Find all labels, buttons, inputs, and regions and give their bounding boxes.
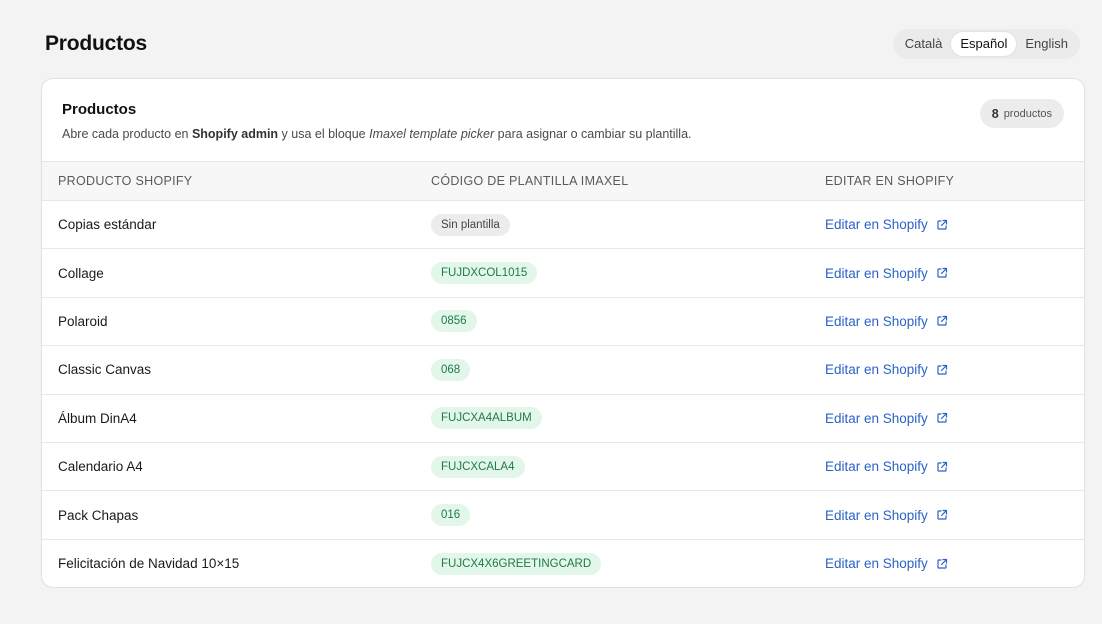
template-cell: FUJCXA4ALBUM [431,407,542,430]
table-row: Collage FUJDXCOL1015 Editar en Shopify [42,249,1084,298]
edit-link-label: Editar en Shopify [825,507,928,523]
product-name: Calendario A4 [58,459,143,475]
template-cell: FUJCXCALA4 [431,455,525,478]
card-header: Productos Abre cada producto en Shopify … [42,79,1084,162]
external-link-icon [937,413,947,423]
products-card: Productos Abre cada producto en Shopify … [41,78,1085,588]
desc-template-picker: Imaxel template picker [369,127,495,141]
edit-in-shopify-link[interactable]: Editar en Shopify [825,459,948,474]
product-name: Pack Chapas [58,507,139,523]
template-cell: 016 [431,504,471,527]
external-link-icon [937,267,947,278]
edit-in-shopify-link[interactable]: Editar en Shopify [825,314,948,329]
product-count-label: productos [1003,107,1052,120]
no-template-badge: Sin plantilla [431,213,510,236]
header-template-code: CÓDIGO DE PLANTILLA IMAXEL [431,174,629,188]
desc-shopify-admin: Shopify admin [191,127,279,141]
table-row: Classic Canvas 068 Editar en Shopify [42,346,1084,395]
edit-in-shopify-link[interactable]: Editar en Shopify [825,411,948,426]
desc-suffix: para asignar o cambiar su plantilla. [494,127,692,141]
page-header: Productos Català Español English [45,28,1080,60]
product-name: Felicitación de Navidad 10×15 [58,556,240,572]
table-row: Copias estándar Sin plantilla Editar en Sh… [42,201,1084,250]
desc-prefix: Abre cada producto en [62,127,192,141]
lang-catala-button[interactable]: Català [896,32,952,56]
table-row: Calendario A4 FUJCXCALA4 Editar en Shopify [42,443,1084,492]
template-cell: 0856 [431,310,477,333]
header-edit: EDITAR EN SHOPIFY [825,174,955,188]
table-row: Pack Chapas 016 Editar en Shopify [42,491,1084,540]
table-row: Álbum DinA4 FUJCXA4ALBUM Editar en Shopify [42,395,1084,443]
page-title: Productos [45,32,148,55]
edit-link-label: Editar en Shopify [825,265,928,281]
product-name: Classic Canvas [58,362,152,378]
header-product: PRODUCTO SHOPIFY [58,174,193,188]
template-code-badge: 0856 [431,310,477,333]
edit-in-shopify-link[interactable]: Editar en Shopify [825,266,948,281]
template-code-badge: 068 [431,358,471,381]
card-title: Productos [62,101,137,118]
product-name: Polaroid [58,313,108,329]
template-cell: FUJDXCOL1015 [431,262,538,285]
desc-mid: y usa el bloque [278,127,370,141]
template-code-badge: FUJDXCOL1015 [431,262,538,285]
edit-link-label: Editar en Shopify [825,556,928,572]
template-cell: 068 [431,358,471,381]
external-link-icon [937,364,947,375]
template-code-badge: FUJCXA4ALBUM [431,407,542,430]
card-description: Abre cada producto en Shopify admin y us… [62,127,1064,141]
lang-english-button[interactable]: English [1016,32,1077,56]
template-cell: Sin plantilla [431,213,510,236]
product-name: Álbum DinA4 [58,410,137,426]
table-body: Copias estándar Sin plantilla Editar en Sh… [42,201,1084,587]
edit-in-shopify-link[interactable]: Editar en Shopify [825,217,948,232]
product-name: Collage [58,265,104,281]
template-cell: FUJCX4X6GREETINGCARD [431,552,602,575]
lang-espanol-button[interactable]: Español [951,32,1017,56]
template-code-badge: 016 [431,504,471,527]
product-count-badge: 8 productos [979,99,1064,128]
table-row: Felicitación de Navidad 10×15 FUJCX4X6GRE… [42,540,1084,587]
table-row: Polaroid 0856 Editar en Shopify [42,298,1084,347]
external-link-icon [937,461,947,472]
edit-link-label: Editar en Shopify [825,459,928,475]
template-code-badge: FUJCXCALA4 [431,455,525,478]
product-count: 8 [991,106,999,121]
external-link-icon [937,219,947,230]
external-link-icon [937,316,947,327]
external-link-icon [937,509,947,520]
table-header: PRODUCTO SHOPIFY CÓDIGO DE PLANTILLA IMA… [42,162,1084,201]
language-switcher: Català Español English [892,29,1080,59]
edit-in-shopify-link[interactable]: Editar en Shopify [825,508,948,523]
template-code-badge: FUJCX4X6GREETINGCARD [431,552,602,575]
external-link-icon [937,558,947,569]
edit-in-shopify-link[interactable]: Editar en Shopify [825,556,948,571]
products-table: PRODUCTO SHOPIFY CÓDIGO DE PLANTILLA IMA… [42,162,1084,587]
product-name: Copias estándar [58,217,157,233]
edit-in-shopify-link[interactable]: Editar en Shopify [825,362,948,377]
edit-link-label: Editar en Shopify [825,362,928,378]
edit-link-label: Editar en Shopify [825,217,928,233]
edit-link-label: Editar en Shopify [825,313,928,329]
edit-link-label: Editar en Shopify [825,410,928,426]
